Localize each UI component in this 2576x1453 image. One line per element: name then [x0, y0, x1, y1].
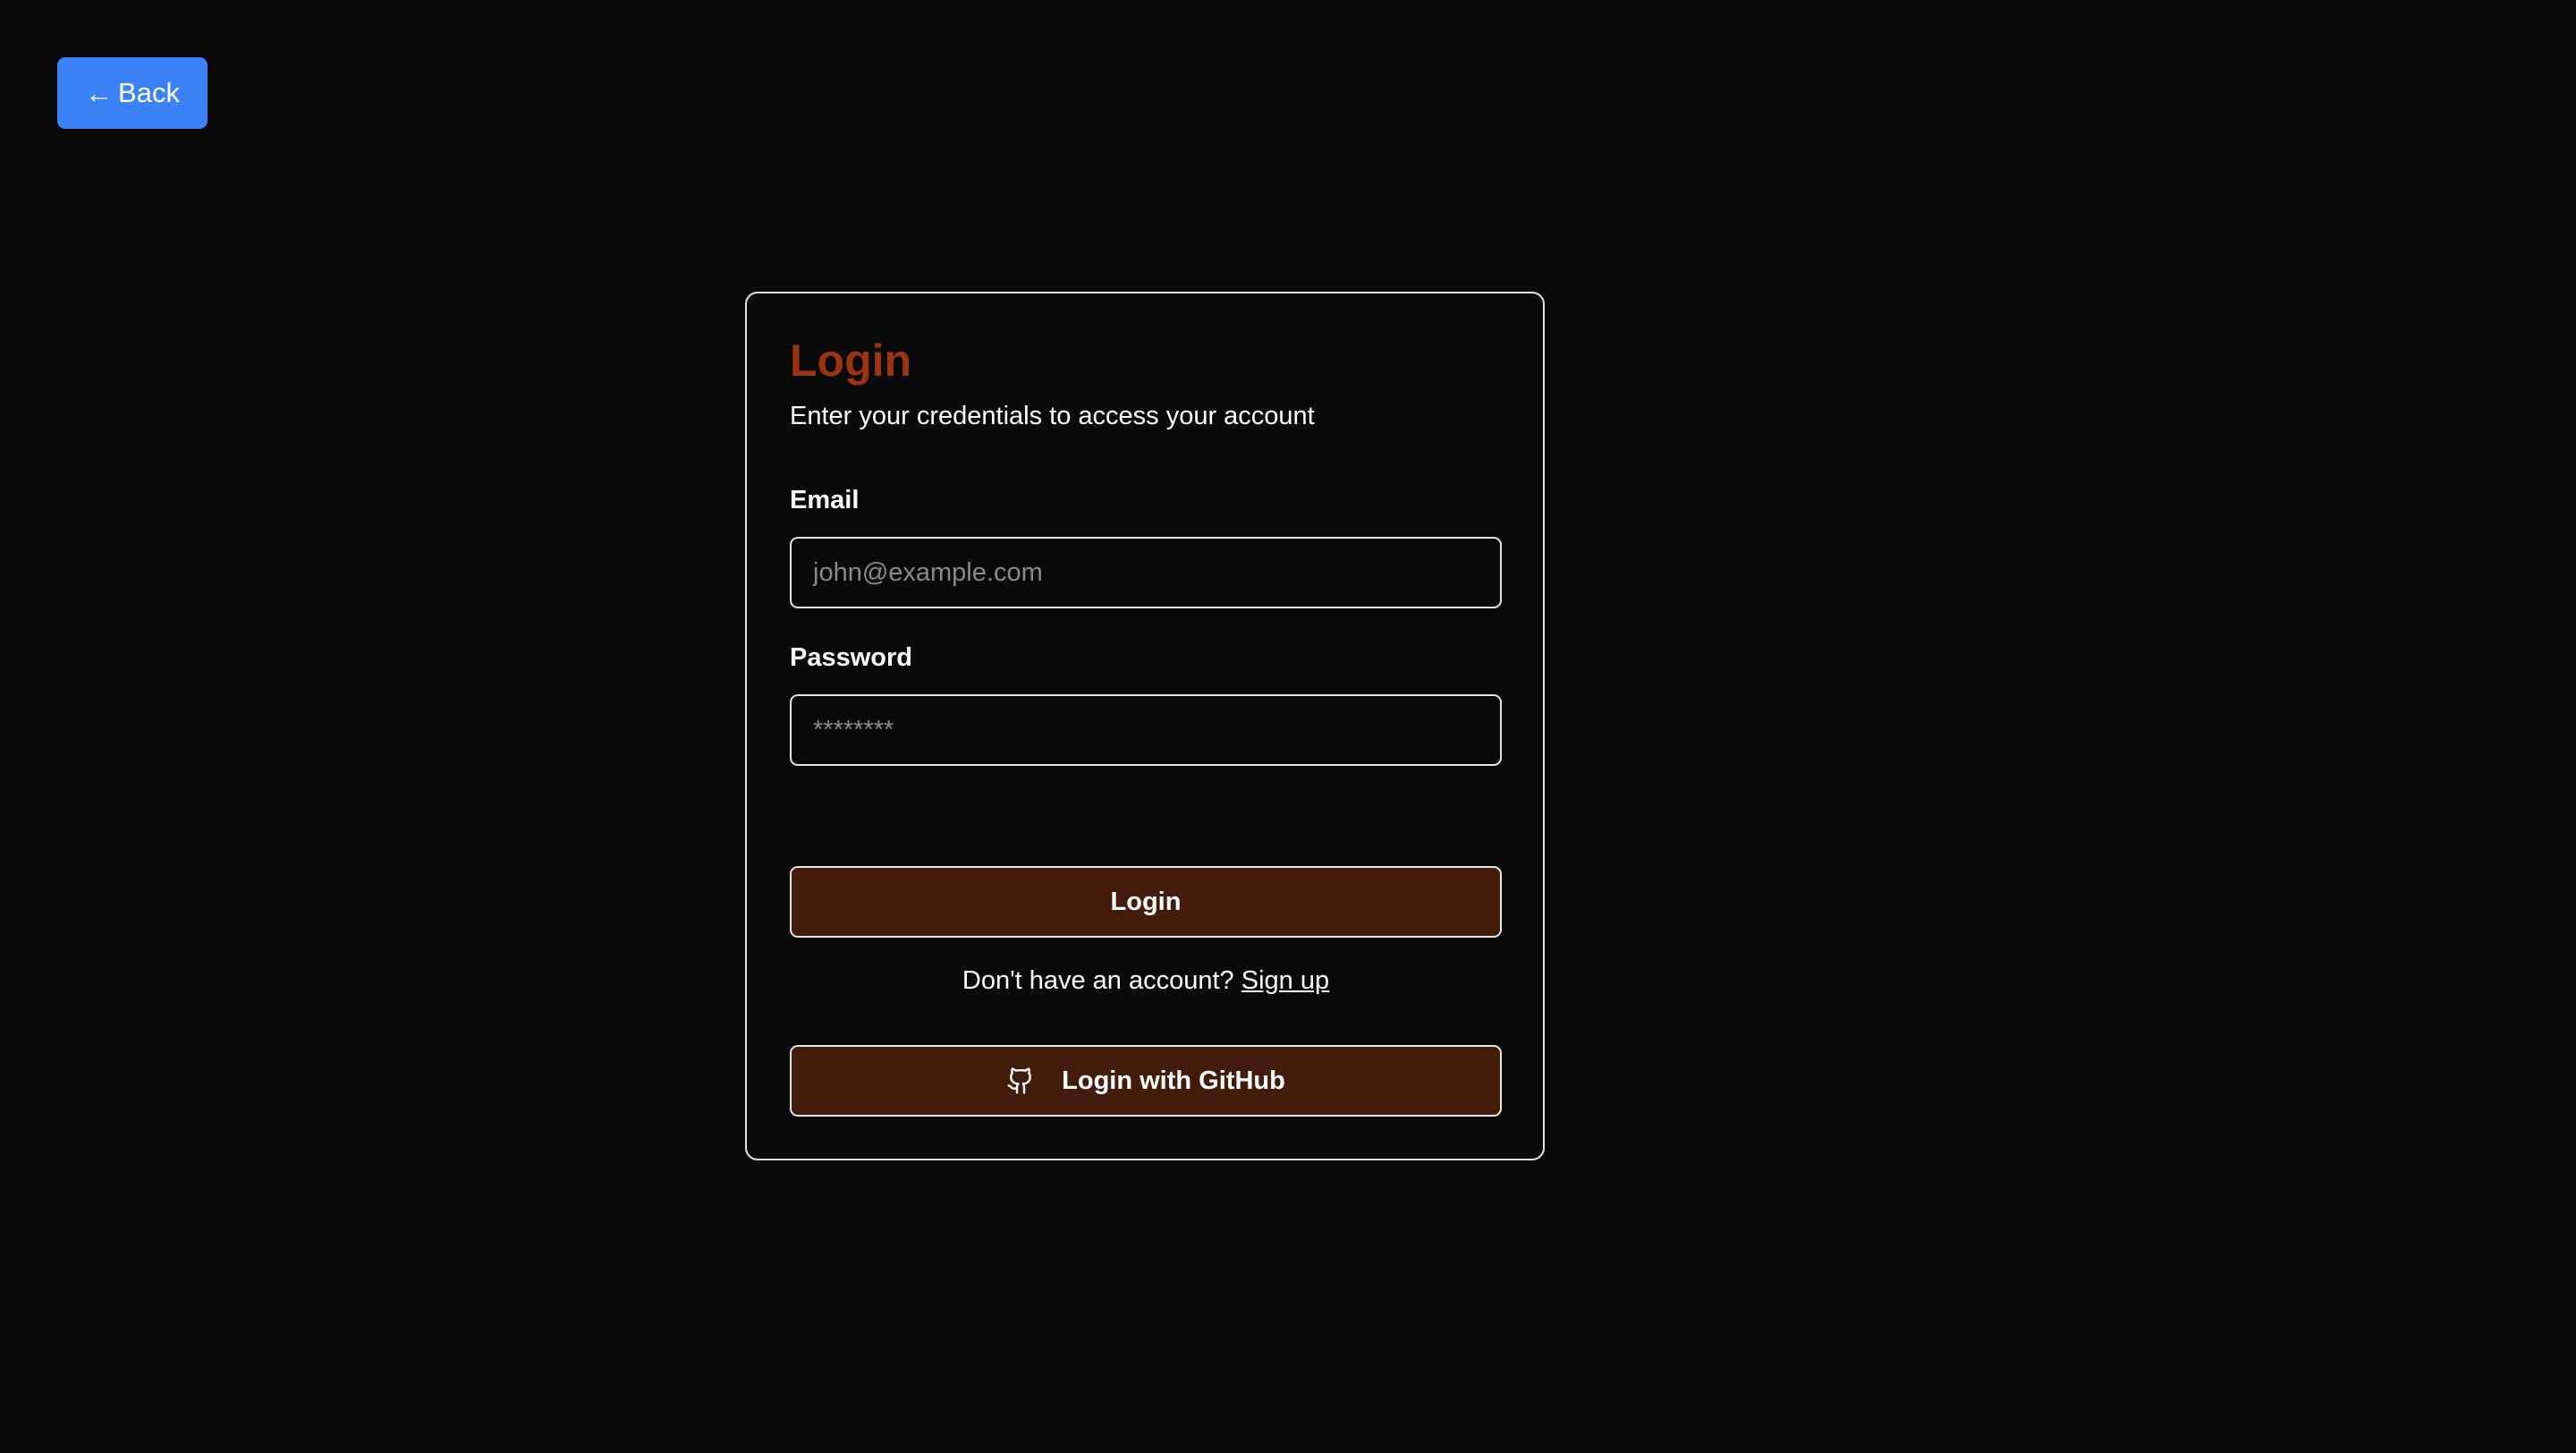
page-subtitle: Enter your credentials to access your ac… [790, 402, 1315, 430]
page-title: Login [790, 336, 912, 386]
page: ← Back Login Enter your credentials to a… [0, 0, 2576, 1453]
login-button[interactable]: Login [790, 866, 1502, 938]
back-button[interactable]: ← Back [57, 57, 208, 129]
login-card: Login Enter your credentials to access y… [745, 292, 1545, 1160]
github-login-label: Login with GitHub [1062, 1066, 1285, 1095]
signup-link[interactable]: Sign up [1241, 966, 1329, 995]
arrow-left-icon: ← [85, 77, 114, 109]
email-label: Email [790, 486, 860, 514]
password-label: Password [790, 643, 912, 672]
email-field[interactable] [790, 537, 1502, 608]
signup-prompt: Don't have an account? [962, 966, 1234, 995]
back-button-label: Back [118, 77, 180, 108]
github-icon [1006, 1066, 1035, 1095]
github-login-button[interactable]: Login with GitHub [790, 1045, 1502, 1117]
signup-row: Don't have an account? Sign up [790, 966, 1502, 996]
password-field[interactable] [790, 694, 1502, 766]
